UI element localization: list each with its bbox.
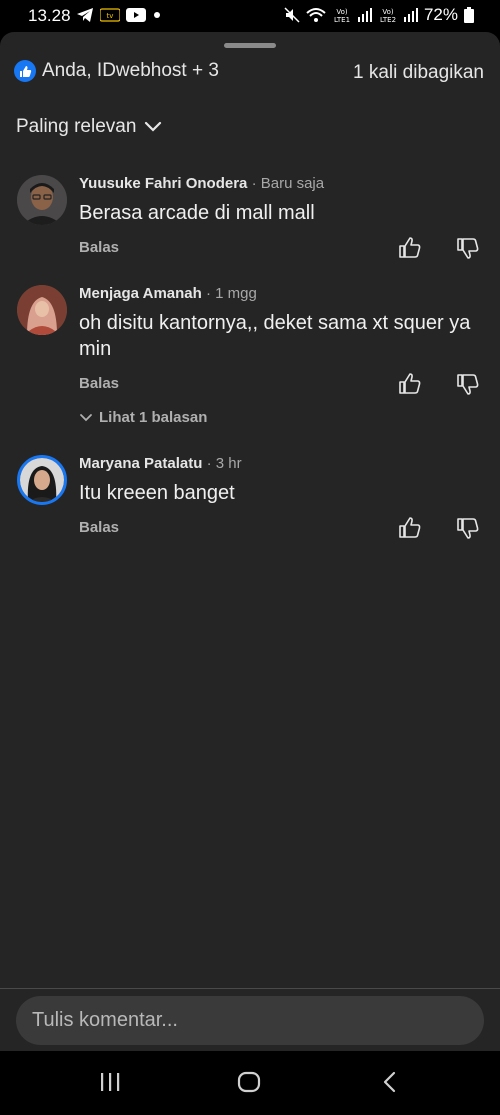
volte-lte2-icon: Vo)LTE2 <box>380 8 396 23</box>
like-icon <box>14 60 36 82</box>
reply-button[interactable]: Balas <box>79 519 119 536</box>
reply-button[interactable]: Balas <box>79 375 119 392</box>
recent-apps-icon[interactable] <box>98 1071 122 1093</box>
view-replies-label: Lihat 1 balasan <box>99 409 208 426</box>
chevron-down-icon <box>80 413 92 421</box>
signal-icon <box>357 8 372 22</box>
drag-handle[interactable] <box>224 43 276 48</box>
chevron-down-icon <box>145 121 162 132</box>
thumbs-up-icon[interactable] <box>398 516 422 540</box>
mute-icon <box>284 7 300 23</box>
sort-label: Paling relevan <box>16 116 137 137</box>
view-replies-button[interactable]: Lihat 1 balasan <box>79 409 207 426</box>
comment-item: Menjaga Amanah · 1 mgg oh disitu kantorn… <box>0 282 500 432</box>
navigation-bar <box>0 1051 500 1115</box>
svg-text:Vo): Vo) <box>382 8 394 16</box>
thumbs-down-icon[interactable] <box>456 236 480 260</box>
battery-icon <box>464 7 474 23</box>
thumbs-down-icon[interactable] <box>456 516 480 540</box>
comment-time: · 3 hr <box>206 455 242 472</box>
svg-text:Vo): Vo) <box>336 8 348 16</box>
avatar[interactable] <box>17 285 67 335</box>
dot-icon <box>154 12 160 18</box>
status-bar: 13.28 tv Vo) LTE1 Vo) LTE2 72% <box>0 0 500 32</box>
sort-dropdown[interactable]: Paling relevan <box>16 116 162 138</box>
comment-composer: Tulis komentar... <box>0 989 500 1051</box>
home-icon[interactable] <box>237 1071 261 1093</box>
signal-icon <box>403 8 418 22</box>
comments-sheet: Anda, IDwebhost + 3 1 kali dibagikan Pal… <box>0 32 500 989</box>
comment-item: Maryana Patalatu · 3 hr Itu kreeen bange… <box>0 452 500 552</box>
comment-author[interactable]: Maryana Patalatu · 3 hr <box>79 455 242 472</box>
svg-text:LTE1: LTE1 <box>334 16 350 23</box>
svg-text:tv: tv <box>107 12 114 20</box>
thumbs-up-icon[interactable] <box>398 372 422 396</box>
thumbs-down-icon[interactable] <box>456 372 480 396</box>
comment-author[interactable]: Yuusuke Fahri Onodera · Baru saja <box>79 175 324 192</box>
comment-input[interactable]: Tulis komentar... <box>16 996 484 1045</box>
comment-time: · Baru saja <box>251 175 325 192</box>
avatar[interactable] <box>17 175 67 225</box>
status-time: 13.28 <box>28 6 71 25</box>
thumbs-up-icon[interactable] <box>398 236 422 260</box>
battery-percent: 72% <box>423 5 458 24</box>
comment-text: Berasa arcade di mall mall <box>79 202 315 224</box>
reply-button[interactable]: Balas <box>79 239 119 256</box>
comment-author[interactable]: Menjaga Amanah · 1 mgg <box>79 285 257 302</box>
comment-item: Yuusuke Fahri Onodera · Baru saja Berasa… <box>0 172 500 272</box>
author-name: Yuusuke Fahri Onodera <box>79 175 248 192</box>
wifi-icon <box>306 8 326 22</box>
reactions-text: Anda, IDwebhost + 3 <box>42 60 219 81</box>
reactions-summary[interactable]: Anda, IDwebhost + 3 <box>14 60 219 82</box>
author-name: Maryana Patalatu <box>79 455 203 472</box>
comment-text: Itu kreeen banget <box>79 482 235 504</box>
comment-time: · 1 mgg <box>205 285 257 302</box>
notification-icons: tv <box>76 7 162 23</box>
app-badge-icon: tv <box>100 8 120 22</box>
avatar[interactable] <box>17 455 67 505</box>
system-icons: Vo) LTE1 Vo) LTE2 72% <box>284 5 474 25</box>
shares-count[interactable]: 1 kali dibagikan <box>353 62 484 84</box>
volte-lte1-icon: Vo)LTE1 <box>334 8 350 23</box>
svg-text:LTE2: LTE2 <box>380 16 396 23</box>
comment-text: oh disitu kantornya,, deket sama xt sque… <box>79 312 471 360</box>
youtube-icon <box>126 8 146 22</box>
author-name: Menjaga Amanah <box>79 285 202 302</box>
telegram-icon <box>77 8 93 22</box>
back-icon[interactable] <box>378 1071 402 1093</box>
